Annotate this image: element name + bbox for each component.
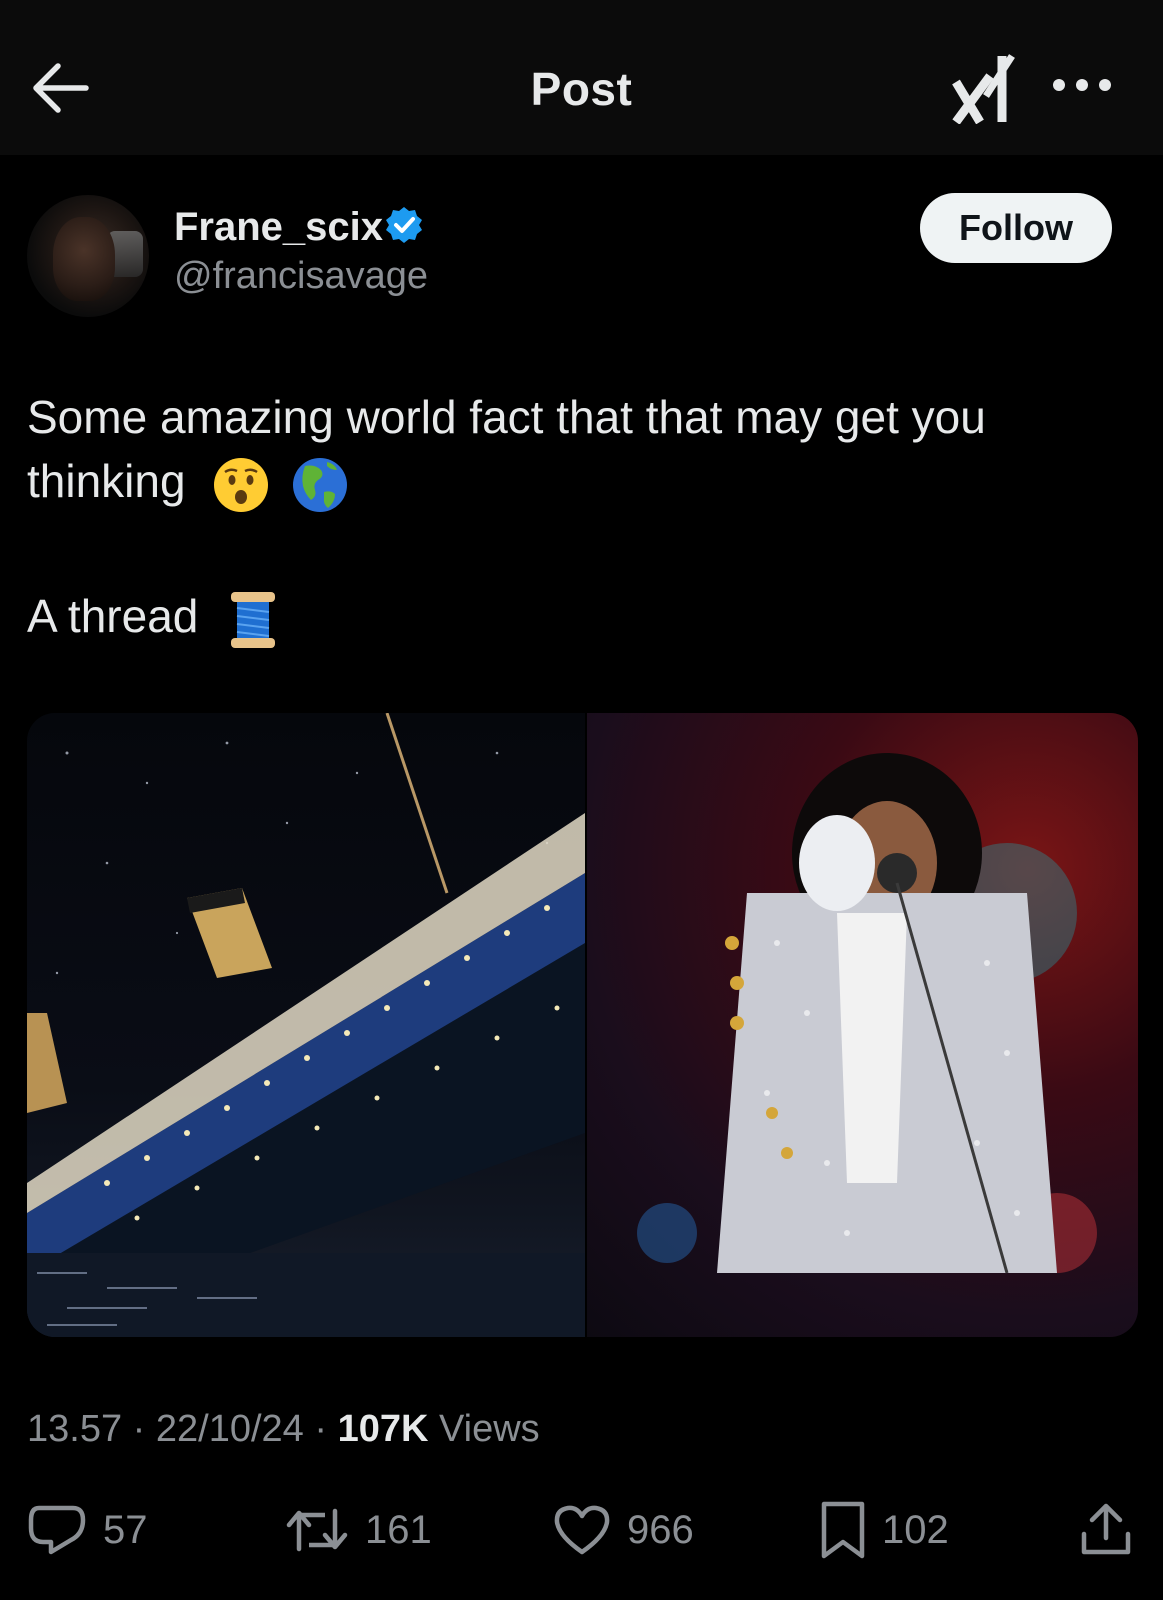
- post-date[interactable]: 22/10/24: [156, 1408, 304, 1450]
- grok-logo-icon: [952, 54, 1015, 125]
- views-label: Views: [438, 1408, 540, 1450]
- views-count: 107K: [337, 1408, 429, 1450]
- post-text-line-3: A thread: [27, 584, 1127, 650]
- grok-button[interactable]: [950, 52, 1020, 125]
- globe-americas-emoji-icon: [293, 457, 348, 512]
- bookmark-button[interactable]: 102: [820, 1495, 949, 1565]
- media-grid: [27, 713, 1138, 1337]
- repost-icon: [286, 1508, 348, 1552]
- top-bar: Post: [0, 0, 1163, 155]
- repost-button[interactable]: 161: [285, 1495, 432, 1565]
- author-header: Frane_scix @francisavage Follow: [0, 155, 1163, 335]
- share-button[interactable]: [1080, 1495, 1148, 1565]
- post-text-line-2: thinking: [27, 449, 1127, 514]
- like-button[interactable]: 966: [553, 1495, 694, 1565]
- avatar[interactable]: [27, 195, 149, 317]
- post-text-line-3-text: A thread: [27, 589, 199, 642]
- media-photo-performer[interactable]: [587, 713, 1138, 1337]
- bookmark-count: 102: [882, 1507, 949, 1552]
- meta-separator: ·: [314, 1408, 328, 1450]
- meta-separator: ·: [132, 1408, 146, 1450]
- more-button[interactable]: [1050, 70, 1114, 100]
- titanic-illustration: [27, 713, 585, 1337]
- spool-of-thread-emoji-icon: [231, 591, 276, 648]
- repost-count: 161: [365, 1507, 432, 1552]
- media-photo-titanic[interactable]: [27, 713, 585, 1337]
- more-horizontal-icon: [1053, 79, 1111, 91]
- post-meta: 13.57 · 22/10/24 · 107K Views: [27, 1408, 540, 1451]
- post-text-line-1: Some amazing world fact that that may ge…: [27, 391, 986, 443]
- bookmark-icon: [821, 1501, 865, 1559]
- follow-button[interactable]: Follow: [920, 193, 1112, 263]
- post-text-line-2-text: thinking: [27, 455, 186, 507]
- like-count: 966: [627, 1507, 694, 1552]
- author-display-name[interactable]: Frane_scix: [174, 205, 383, 250]
- heart-icon: [554, 1505, 610, 1555]
- reply-count: 57: [103, 1507, 148, 1552]
- verified-badge-icon: [386, 207, 422, 243]
- post-time[interactable]: 13.57: [27, 1408, 122, 1450]
- share-icon: [1081, 1503, 1131, 1555]
- performer-illustration: [637, 753, 1097, 1274]
- reply-icon: [28, 1505, 86, 1555]
- hushed-face-emoji-icon: [214, 457, 269, 512]
- author-handle[interactable]: @francisavage: [174, 255, 428, 298]
- post-text: Some amazing world fact that that may ge…: [27, 385, 1127, 650]
- action-bar: 57 161 966 102: [0, 1495, 1163, 1565]
- avatar-face: [53, 217, 115, 301]
- reply-button[interactable]: 57: [27, 1495, 148, 1565]
